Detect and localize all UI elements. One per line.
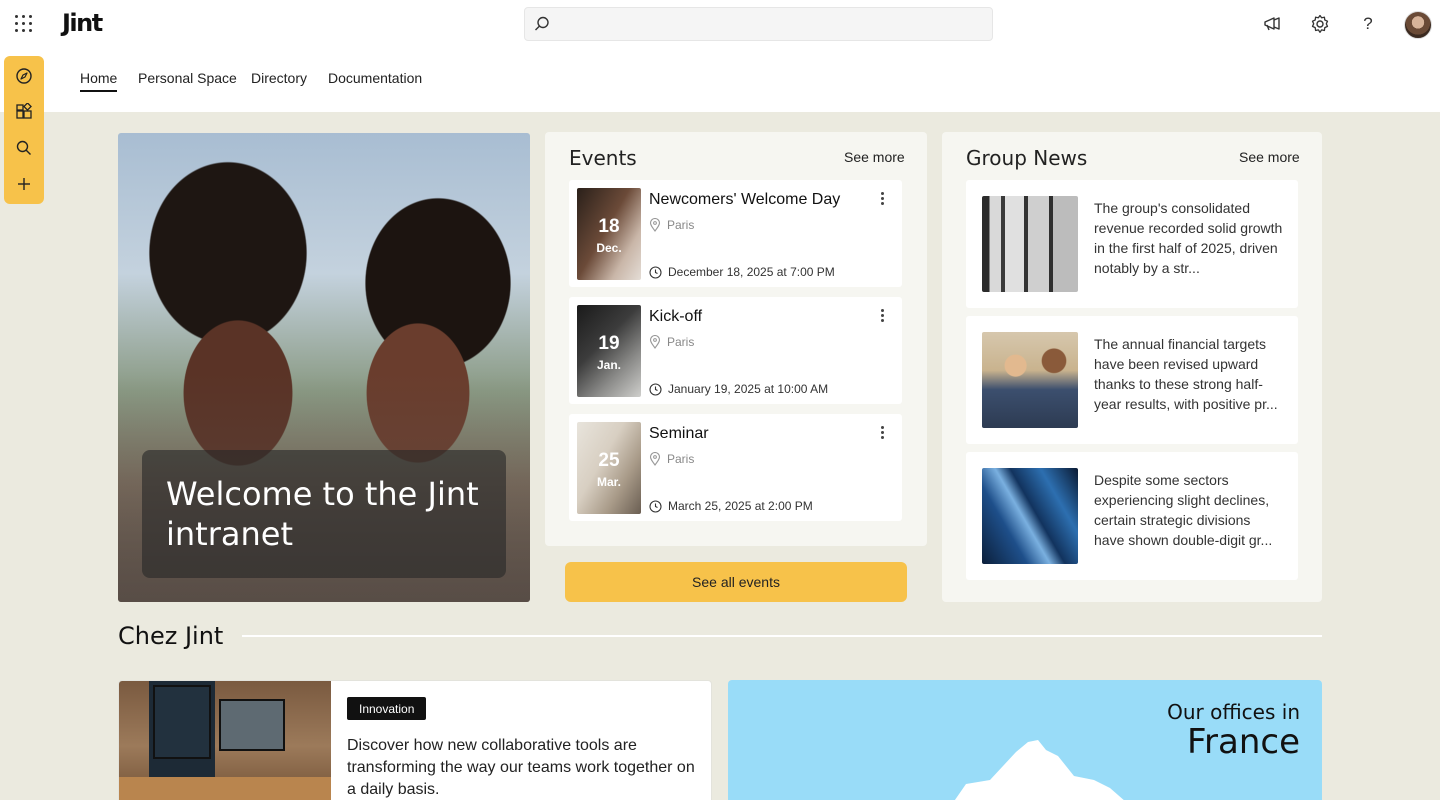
- article-text: Discover how new collaborative tools are…: [347, 737, 695, 798]
- logo[interactable]: Jint: [62, 9, 103, 37]
- news-card[interactable]: Despite some sectors experiencing slight…: [966, 452, 1298, 580]
- event-day: 19: [598, 333, 620, 354]
- hero-title: Welcome to the Jint intranet: [166, 475, 479, 553]
- event-time-text: January 19, 2025 at 10:00 AM: [668, 382, 829, 396]
- event-time: March 25, 2025 at 2:00 PM: [649, 499, 813, 513]
- group-news-title: Group News: [966, 146, 1088, 170]
- compass-icon[interactable]: [14, 66, 34, 86]
- event-card[interactable]: 19 Jan. Kick-off Paris January 19, 2025 …: [569, 297, 902, 404]
- search-icon[interactable]: [14, 138, 34, 158]
- hero-caption: Welcome to the Jint intranet: [142, 450, 506, 578]
- event-month: Jan.: [596, 358, 621, 372]
- location-pin-icon: [649, 335, 661, 349]
- search-icon: [535, 16, 549, 31]
- main-nav: Home Personal Space Directory Documentat…: [0, 48, 1440, 112]
- category-tag[interactable]: Innovation: [347, 697, 427, 720]
- nav-documentation[interactable]: Documentation: [328, 70, 422, 92]
- search-input[interactable]: [524, 7, 993, 41]
- event-image: 18 Dec.: [577, 188, 641, 280]
- news-text: The annual financial targets have been r…: [1094, 336, 1278, 412]
- group-news-panel: Group News See more The group's consolid…: [942, 132, 1322, 602]
- event-image: 25 Mar.: [577, 422, 641, 514]
- france-map-illustration: [954, 740, 1124, 800]
- nav-personal-space[interactable]: Personal Space: [138, 70, 237, 92]
- event-title: Seminar: [649, 425, 709, 442]
- news-image: [982, 332, 1078, 428]
- event-month: Mar.: [596, 475, 621, 489]
- event-day: 18: [598, 216, 620, 237]
- news-card[interactable]: The group's consolidated revenue recorde…: [966, 180, 1298, 308]
- event-image: 19 Jan.: [577, 305, 641, 397]
- news-image: [982, 196, 1078, 292]
- plus-icon[interactable]: [14, 174, 34, 194]
- top-bar: Jint ?: [0, 0, 1440, 48]
- more-options-icon[interactable]: [875, 192, 889, 208]
- offices-card[interactable]: Our offices in France: [728, 680, 1322, 800]
- clock-icon: [649, 265, 662, 279]
- event-location-text: Paris: [667, 452, 695, 466]
- help-icon[interactable]: ?: [1357, 13, 1379, 35]
- event-time-text: December 18, 2025 at 7:00 PM: [668, 265, 835, 279]
- section-divider: [242, 635, 1322, 637]
- event-location-text: Paris: [667, 218, 695, 232]
- event-location: Paris: [649, 335, 694, 349]
- gear-icon[interactable]: [1309, 13, 1331, 35]
- events-see-more-link[interactable]: See more: [844, 149, 905, 165]
- group-news-see-more-link[interactable]: See more: [1239, 149, 1300, 165]
- article-card[interactable]: Innovation Discover how new collaborativ…: [118, 680, 712, 800]
- event-card[interactable]: 18 Dec. Newcomers' Welcome Day Paris Dec…: [569, 180, 902, 287]
- left-rail: [4, 56, 44, 204]
- more-options-icon[interactable]: [875, 426, 889, 442]
- megaphone-icon[interactable]: [1261, 13, 1283, 35]
- more-options-icon[interactable]: [875, 309, 889, 325]
- app-launcher-icon[interactable]: [14, 14, 34, 34]
- event-location-text: Paris: [667, 335, 695, 349]
- events-panel: Events See more 18 Dec. Newcomers' Welco…: [545, 132, 927, 546]
- clock-icon: [649, 499, 662, 513]
- nav-directory[interactable]: Directory: [251, 70, 307, 92]
- avatar[interactable]: [1404, 11, 1432, 39]
- events-title: Events: [569, 146, 637, 170]
- event-location: Paris: [649, 218, 694, 232]
- clock-icon: [649, 382, 662, 396]
- apps-grid-icon[interactable]: [14, 102, 34, 122]
- news-text: The group's consolidated revenue recorde…: [1094, 200, 1283, 276]
- news-text: Despite some sectors experiencing slight…: [1094, 472, 1273, 548]
- event-location: Paris: [649, 452, 694, 466]
- event-month: Dec.: [596, 241, 622, 255]
- article-image: [119, 681, 331, 800]
- hero-banner[interactable]: Welcome to the Jint intranet: [118, 133, 530, 602]
- news-card[interactable]: The annual financial targets have been r…: [966, 316, 1298, 444]
- event-card[interactable]: 25 Mar. Seminar Paris March 25, 2025 at …: [569, 414, 902, 521]
- section-title-chez-jint: Chez Jint: [118, 622, 224, 650]
- location-pin-icon: [649, 452, 661, 466]
- nav-home[interactable]: Home: [80, 70, 118, 92]
- event-time: January 19, 2025 at 10:00 AM: [649, 382, 828, 396]
- event-title: Kick-off: [649, 308, 703, 325]
- event-day: 25: [598, 450, 620, 471]
- event-time-text: March 25, 2025 at 2:00 PM: [668, 499, 813, 513]
- location-pin-icon: [649, 218, 661, 232]
- event-title: Newcomers' Welcome Day: [649, 191, 841, 208]
- news-image: [982, 468, 1078, 564]
- see-all-events-button[interactable]: See all events: [565, 562, 907, 602]
- event-time: December 18, 2025 at 7:00 PM: [649, 265, 835, 279]
